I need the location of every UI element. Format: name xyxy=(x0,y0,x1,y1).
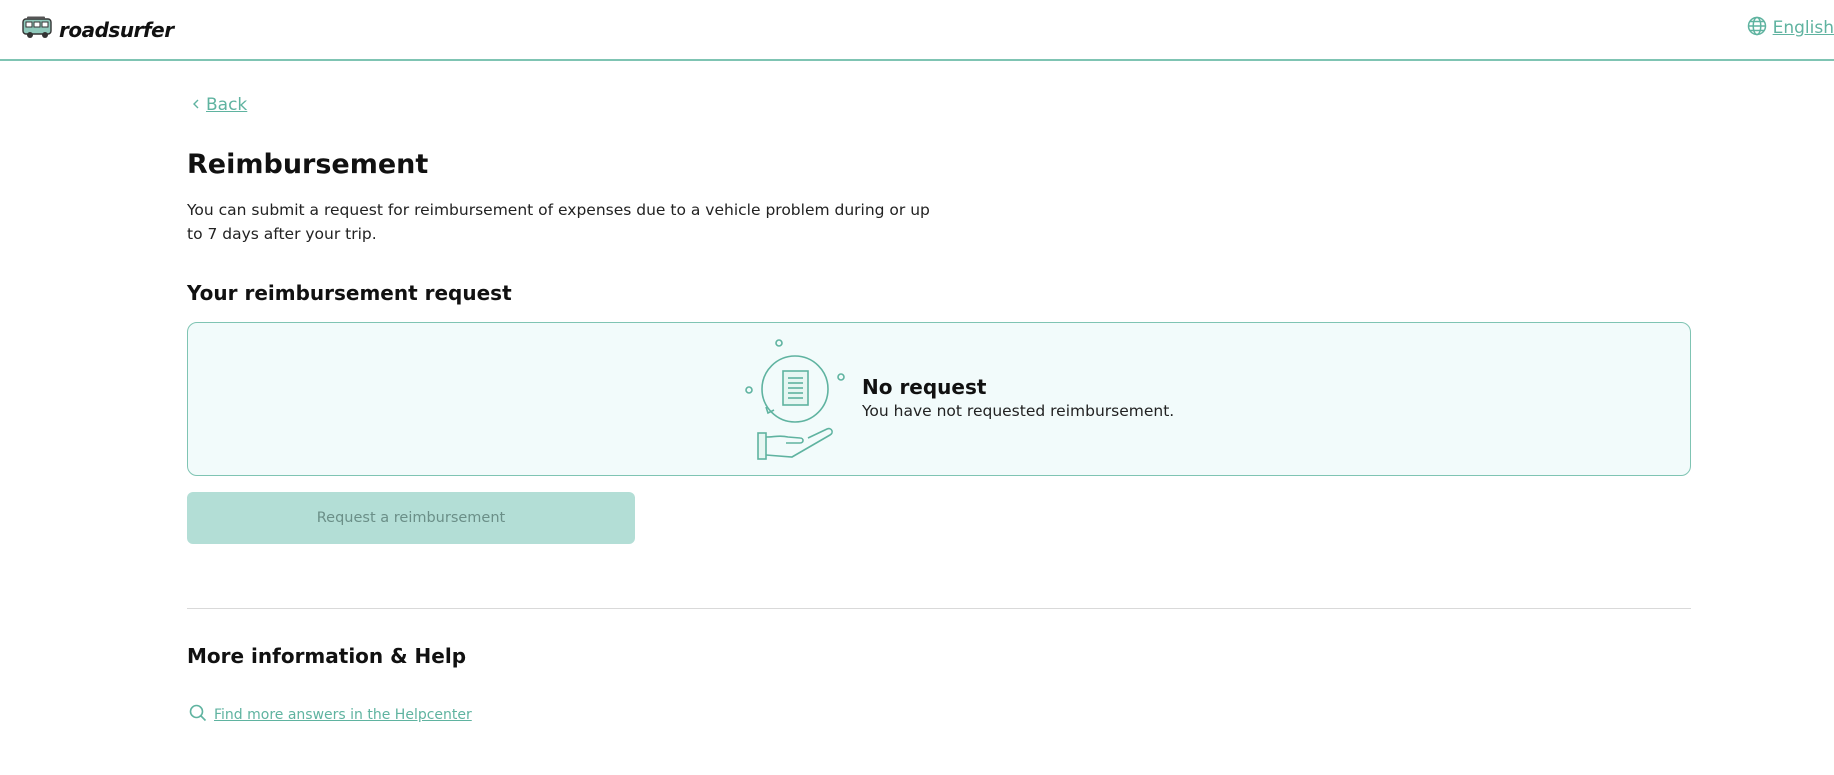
back-link[interactable]: Back xyxy=(192,95,247,115)
reimbursement-status-card: No request You have not requested reimbu… xyxy=(187,322,1691,476)
logo[interactable]: roadsurfer xyxy=(21,16,174,44)
language-selector[interactable]: English xyxy=(1747,16,1834,40)
section-title: Your reimbursement request xyxy=(187,281,512,305)
page-description: You can submit a request for reimburseme… xyxy=(187,201,930,243)
language-label[interactable]: English xyxy=(1773,18,1834,38)
logo-text: roadsurfer xyxy=(59,18,174,42)
reimbursement-illustration-icon xyxy=(740,337,850,463)
top-header: roadsurfer English xyxy=(0,0,1834,61)
card-text: No request You have not requested reimbu… xyxy=(862,375,1174,420)
divider xyxy=(187,608,1691,609)
globe-icon xyxy=(1747,16,1767,40)
van-logo-icon xyxy=(21,16,53,44)
back-label[interactable]: Back xyxy=(206,95,247,115)
card-title: No request xyxy=(862,375,987,399)
search-icon xyxy=(189,704,207,726)
page-title: Reimbursement xyxy=(187,149,429,180)
help-section-title: More information & Help xyxy=(187,644,467,668)
card-subtitle: You have not requested reimbursement. xyxy=(862,402,1175,420)
request-reimbursement-button[interactable]: Request a reimbursement xyxy=(187,492,635,544)
chevron-left-icon xyxy=(192,97,200,113)
helpcenter-link-label[interactable]: Find more answers in the Helpcenter xyxy=(214,707,472,723)
helpcenter-link[interactable]: Find more answers in the Helpcenter xyxy=(189,704,472,726)
